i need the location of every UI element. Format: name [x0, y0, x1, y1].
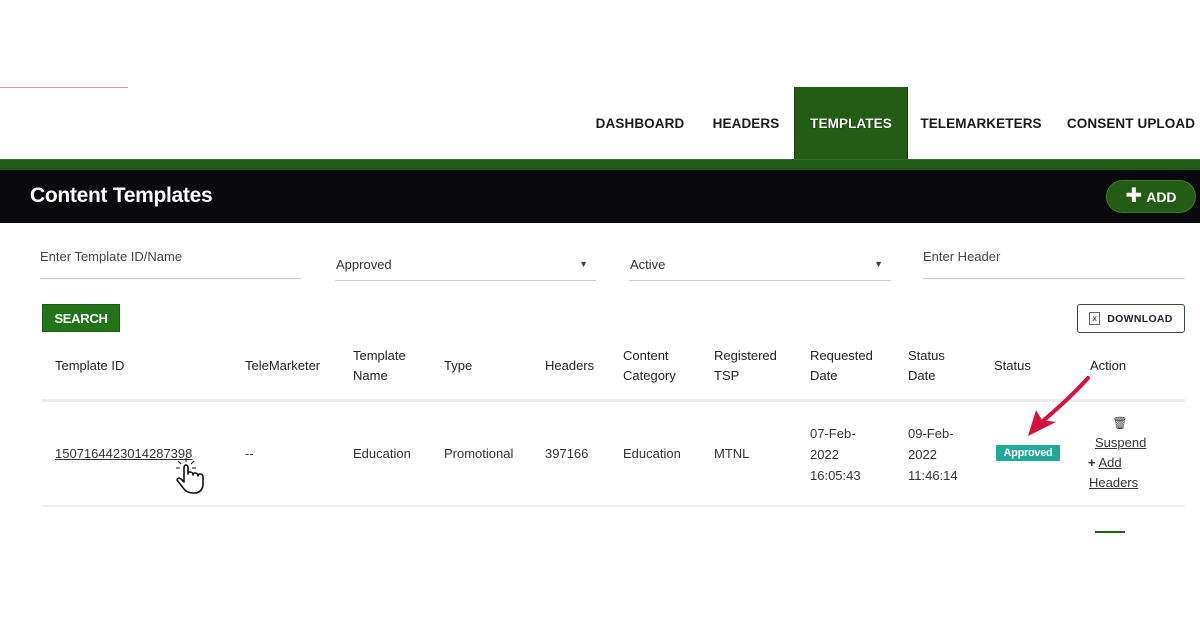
- chevron-down-icon: ▼: [874, 259, 883, 269]
- col-action: Action: [1090, 358, 1127, 373]
- add-button-label: ADD: [1146, 188, 1177, 205]
- nav-consent-upload[interactable]: CONSENT UPLOAD: [1064, 87, 1198, 160]
- plus-icon: ✚: [1125, 184, 1143, 207]
- template-id-input[interactable]: [40, 247, 301, 264]
- add-headers-link-cont[interactable]: Headers: [1089, 475, 1138, 490]
- header-input[interactable]: [923, 247, 1185, 264]
- cell-telemarketer: --: [245, 446, 254, 461]
- nav-headers[interactable]: HEADERS: [705, 87, 787, 160]
- col-requested-date: Requested Date: [810, 348, 873, 383]
- template-id-field[interactable]: [40, 247, 301, 279]
- col-telemarketer: TeleMarketer: [245, 358, 321, 373]
- trash-icon[interactable]: 🗑: [1088, 413, 1152, 433]
- col-registered-tsp: Registered TSP: [714, 348, 777, 383]
- cell-registered-tsp: MTNL: [714, 446, 750, 461]
- status-badge: Approved: [996, 445, 1060, 461]
- add-template-button[interactable]: ✚ ADD: [1106, 180, 1196, 213]
- col-status: Status: [994, 358, 1031, 373]
- active-status-value: Active: [630, 257, 666, 272]
- col-type: Type: [444, 358, 473, 373]
- col-content-category: Content Category: [623, 348, 676, 383]
- header-field[interactable]: [923, 247, 1185, 279]
- approval-status-select[interactable]: Approved ▼: [335, 249, 596, 281]
- pagination-mark: [1095, 531, 1125, 533]
- col-template-name: Template Name: [353, 348, 406, 383]
- cell-headers: 397166: [545, 446, 589, 461]
- search-button[interactable]: SEARCH: [42, 304, 120, 332]
- add-headers-link[interactable]: Add: [1099, 455, 1122, 470]
- top-nav: DASHBOARD HEADERS TEMPLATES TELEMARKETER…: [0, 87, 1200, 160]
- nav-telemarketers[interactable]: TELEMARKETERS: [916, 87, 1046, 160]
- nav-templates[interactable]: TEMPLATES: [794, 87, 908, 160]
- annotation-arrow-icon: [1028, 376, 1090, 436]
- download-button[interactable]: x DOWNLOAD: [1077, 304, 1185, 333]
- nav-underline-band: [0, 159, 1200, 170]
- col-template-id: Template ID: [55, 358, 125, 373]
- col-status-date: Status Date: [908, 348, 945, 383]
- table-header-divider: [42, 399, 1185, 402]
- cell-type: Promotional: [444, 446, 514, 461]
- title-bar: Content Templates ✚ ADD: [0, 170, 1200, 223]
- chevron-down-icon: ▼: [579, 259, 588, 269]
- nav-dashboard[interactable]: DASHBOARD: [588, 87, 692, 160]
- table-row-divider: [42, 505, 1185, 507]
- col-headers: Headers: [545, 358, 595, 373]
- page-title: Content Templates: [30, 184, 213, 207]
- approval-status-value: Approved: [336, 257, 392, 272]
- hand-pointer-icon: [176, 458, 204, 494]
- plus-icon: +: [1088, 455, 1096, 470]
- cell-status-date: 09-Feb- 2022 11:46:14: [908, 426, 958, 483]
- cell-requested-date: 07-Feb- 2022 16:05:43: [810, 426, 861, 483]
- cell-content-category: Education: [623, 446, 681, 461]
- excel-file-icon: x: [1089, 312, 1101, 325]
- suspend-link[interactable]: Suspend: [1095, 435, 1146, 450]
- download-label: DOWNLOAD: [1107, 312, 1173, 325]
- active-status-select[interactable]: Active ▼: [629, 249, 891, 281]
- cell-template-name: Education: [353, 446, 411, 461]
- action-cell: 🗑 Suspend + Add Headers: [1088, 413, 1158, 493]
